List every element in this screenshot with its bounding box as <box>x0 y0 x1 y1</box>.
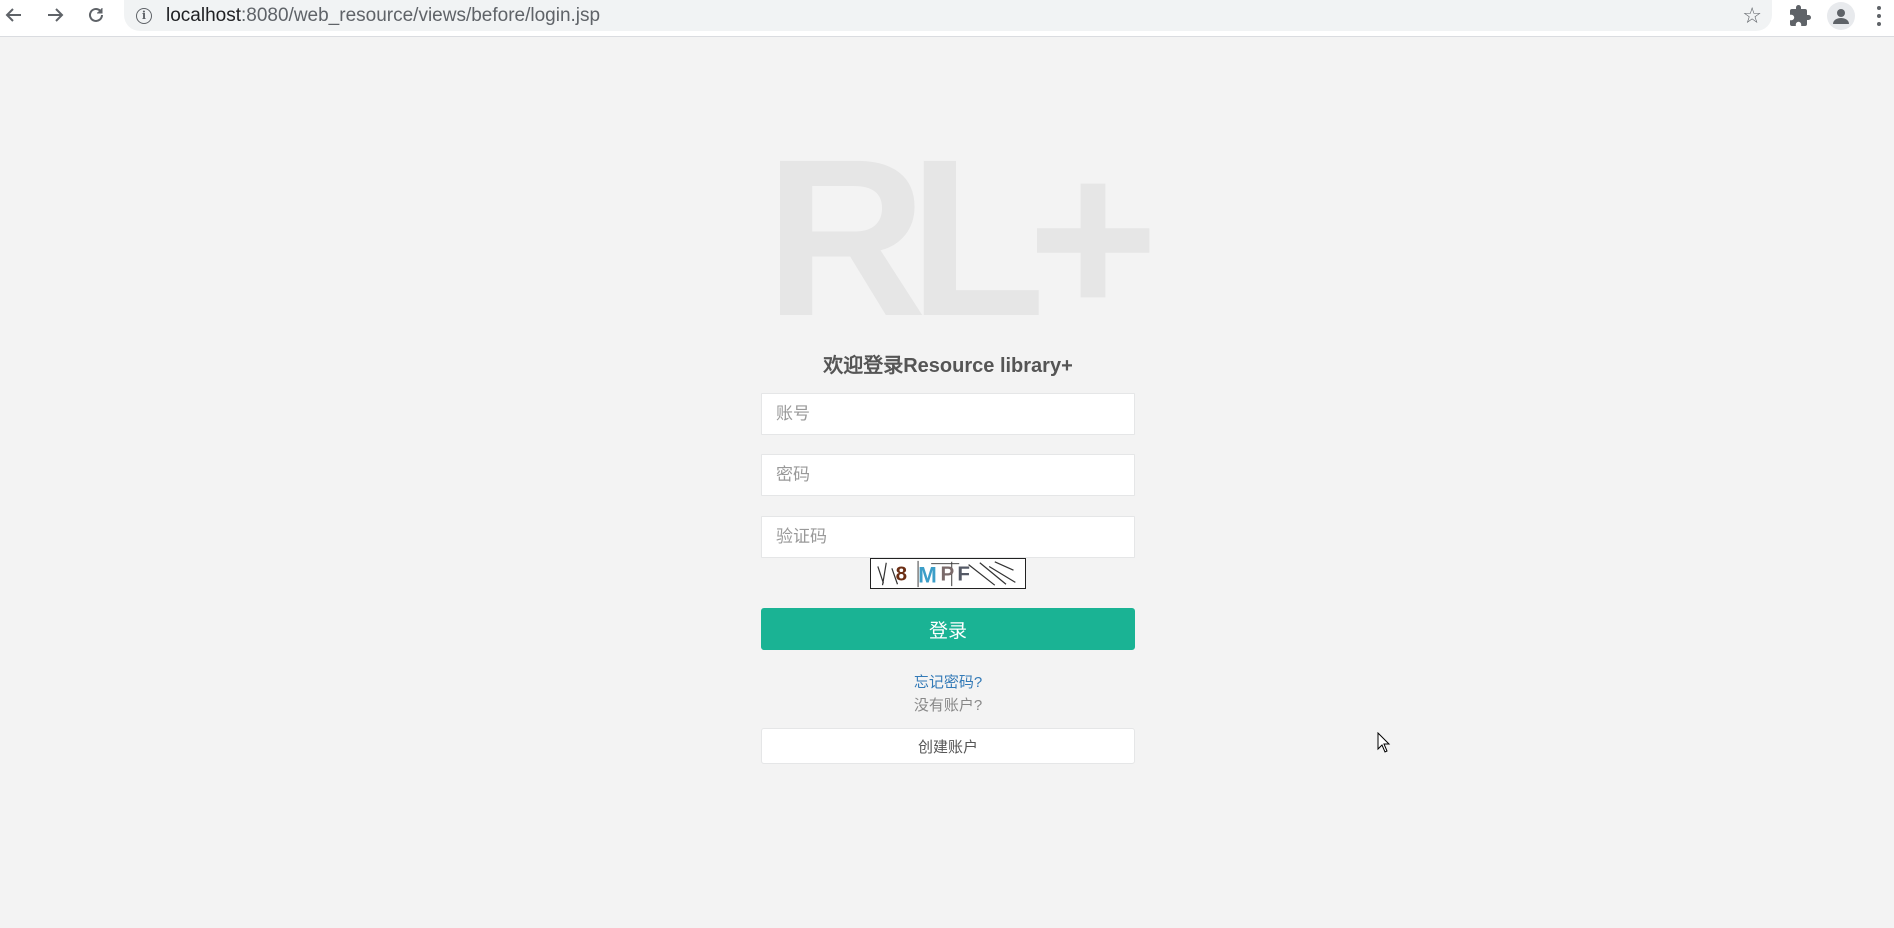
captcha-char-3: P <box>941 563 955 586</box>
no-account-text: 没有账户? <box>913 697 983 714</box>
bookmark-star-icon[interactable]: ☆ <box>1742 3 1762 29</box>
url-text: localhost:8080/web_resource/views/before… <box>166 4 601 26</box>
mouse-cursor-icon <box>1377 732 1391 753</box>
reload-icon <box>89 7 103 22</box>
browser-menu-icon[interactable] <box>1872 3 1886 29</box>
logo-text: RL+ <box>765 113 1158 363</box>
password-input[interactable] <box>761 454 1135 496</box>
username-input[interactable] <box>761 393 1135 435</box>
arrow-right-icon <box>48 8 64 22</box>
address-bar[interactable]: i localhost:8080/web_resource/views/befo… <box>124 0 1772 31</box>
create-account-button[interactable]: 创建账户 <box>761 728 1135 764</box>
captcha-char-2: M <box>918 562 937 587</box>
captcha-image[interactable]: 8 M P F <box>870 558 1026 589</box>
forgot-password-link[interactable]: 忘记密码? <box>761 671 1135 692</box>
page-title: 欢迎登录Resource library+ <box>823 355 1073 377</box>
profile-avatar-icon[interactable] <box>1827 2 1855 30</box>
reload-button[interactable] <box>78 0 114 30</box>
login-button[interactable]: 登录 <box>761 608 1135 650</box>
captcha-char-1: 8 <box>896 563 907 586</box>
arrow-left-icon <box>5 8 21 22</box>
forward-button[interactable] <box>37 0 73 30</box>
person-icon <box>1833 9 1849 24</box>
browser-toolbar: i localhost:8080/web_resource/views/befo… <box>0 0 1894 37</box>
back-button[interactable] <box>0 0 32 30</box>
extensions-puzzle-icon[interactable] <box>1788 4 1812 28</box>
captcha-char-4: F <box>957 563 970 586</box>
site-info-icon[interactable]: i <box>136 7 152 24</box>
captcha-input[interactable] <box>761 516 1135 558</box>
